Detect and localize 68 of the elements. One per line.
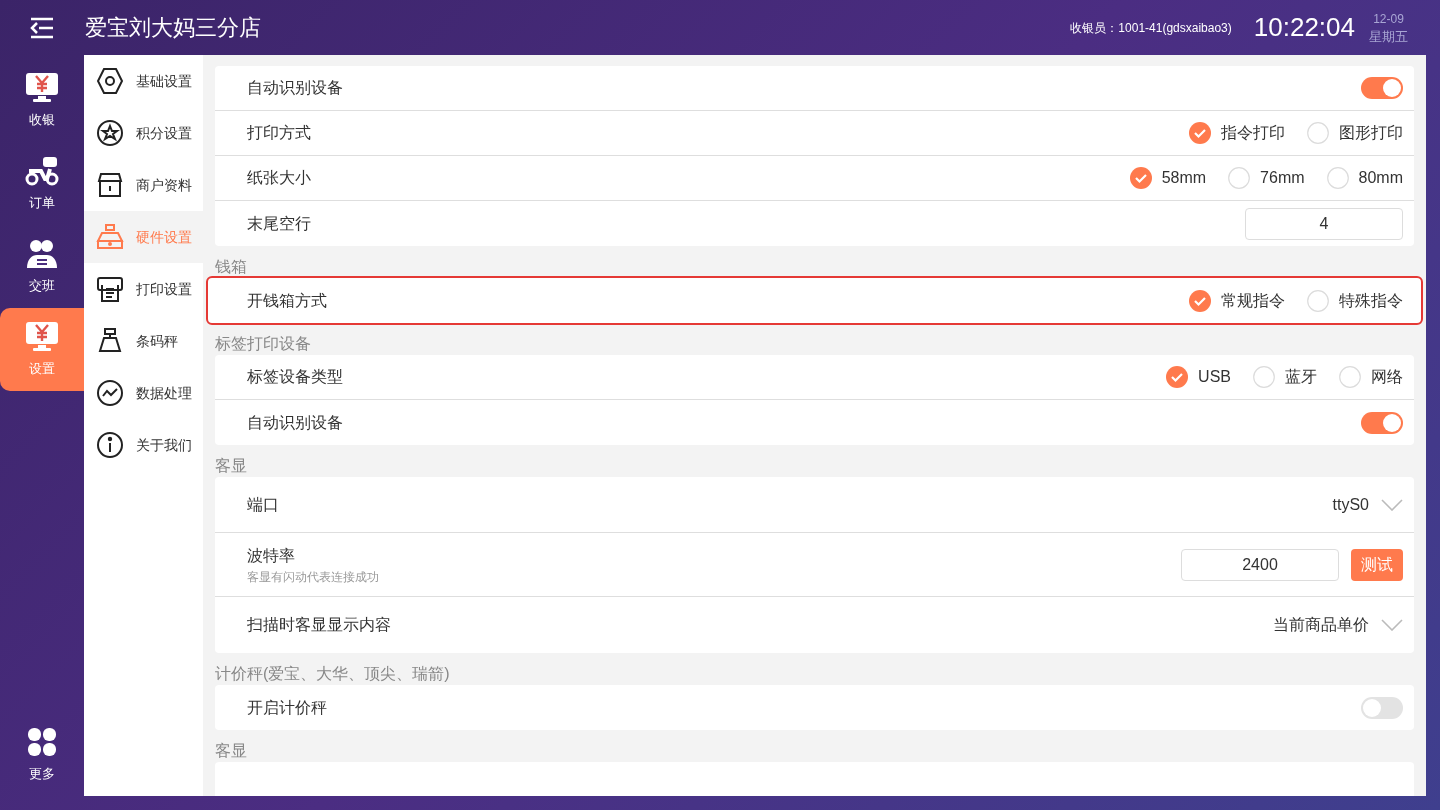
setting-hint: 客显有闪动代表连接成功	[247, 568, 379, 586]
toggle-switch[interactable]	[1361, 411, 1403, 434]
section-title: 客显	[215, 741, 248, 761]
cash-register-icon	[96, 223, 124, 251]
monitor-yen-icon	[25, 320, 59, 353]
shop-icon	[96, 171, 124, 199]
radio-label: 特殊指令	[1339, 290, 1403, 311]
setting-label: 标签设备类型	[247, 367, 343, 387]
setting-label: 纸张大小	[247, 168, 311, 188]
menu-icon[interactable]	[29, 16, 55, 39]
setting-label: 波特率	[247, 545, 296, 566]
radio-unchecked[interactable]	[1307, 122, 1329, 144]
info-icon	[96, 431, 124, 459]
toggle-switch[interactable]	[1361, 696, 1403, 719]
radio-checked[interactable]	[1166, 366, 1189, 388]
weekday-text: 星期五	[1369, 27, 1408, 46]
hexagon-icon	[96, 67, 124, 95]
setting-label: 扫描时客显显示内容	[247, 615, 391, 635]
cashier-info: 收银员：1001-41(gdsxaibao3)	[1070, 19, 1232, 37]
radio-label: 常规指令	[1221, 290, 1285, 311]
radio-label: 80mm	[1358, 168, 1403, 188]
store-name: 爱宝刘大妈三分店	[85, 14, 261, 42]
chevron-down-icon[interactable]	[1381, 619, 1403, 631]
select-value[interactable]: 当前商品单价	[1273, 613, 1369, 637]
rail-item[interactable]: 更多	[0, 713, 84, 796]
radio-unchecked[interactable]	[1339, 366, 1361, 388]
rail-item[interactable]: 收银	[0, 59, 84, 142]
people-icon	[25, 237, 59, 270]
number-field[interactable]: 4	[1245, 207, 1403, 240]
rail-item[interactable]: 交班	[0, 225, 84, 308]
chevron-down-icon[interactable]	[1381, 498, 1403, 511]
radio-unchecked[interactable]	[1228, 167, 1251, 189]
radio-label: 76mm	[1260, 168, 1305, 188]
scale-icon	[96, 327, 124, 355]
radio-label: 蓝牙	[1285, 367, 1317, 387]
radio-checked[interactable]	[1189, 289, 1211, 312]
radio-label: 指令打印	[1221, 123, 1285, 143]
radio-unchecked[interactable]	[1326, 167, 1349, 189]
radio-unchecked[interactable]	[1307, 289, 1329, 312]
setting-label: 开钱箱方式	[247, 290, 327, 311]
radio-checked[interactable]	[1189, 122, 1211, 144]
radio-unchecked[interactable]	[1253, 366, 1275, 388]
scooter-icon	[25, 154, 59, 187]
rail-item[interactable]: 订单	[0, 142, 84, 225]
radio-label: 58mm	[1161, 168, 1207, 188]
printer-icon	[96, 275, 124, 303]
section-title: 计价秤(爱宝、大华、顶尖、瑞箭)	[215, 664, 451, 684]
setting-label: 开启计价秤	[247, 697, 327, 718]
four-petal-icon	[25, 725, 59, 758]
setting-label: 端口	[247, 494, 279, 515]
setting-label: 自动识别设备	[247, 412, 343, 433]
date-text: 12-09	[1373, 10, 1404, 28]
toggle-switch[interactable]	[1361, 77, 1403, 99]
section-title: 钱箱	[215, 257, 248, 277]
section-title: 标签打印设备	[215, 334, 312, 354]
setting-label: 末尾空行	[247, 213, 311, 234]
radio-checked[interactable]	[1129, 167, 1152, 189]
select-value[interactable]: ttyS0	[1332, 492, 1369, 517]
monitor-yen-icon	[25, 71, 59, 104]
setting-label: 打印方式	[247, 123, 311, 143]
trend-icon	[96, 379, 124, 407]
clock-time: 10:22:04	[1253, 11, 1355, 44]
radio-label: USB	[1198, 367, 1231, 387]
number-field[interactable]: 2400	[1181, 548, 1339, 581]
radio-label: 网络	[1371, 367, 1403, 387]
radio-label: 图形打印	[1339, 123, 1403, 143]
setting-label: 自动识别设备	[247, 78, 343, 98]
section-title: 客显	[215, 456, 248, 476]
